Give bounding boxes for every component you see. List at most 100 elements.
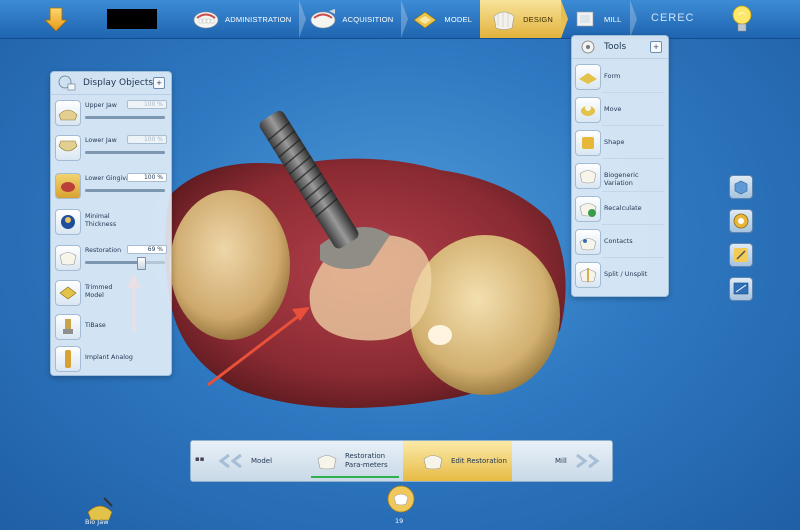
tools-panel: Tools + Form Move Shape Biogeneric Varia…	[571, 35, 669, 297]
back-arrow-icon[interactable]	[44, 6, 68, 32]
model-icon	[413, 11, 437, 29]
nav-label: DESIGN	[523, 14, 554, 24]
opacity-slider[interactable]	[85, 189, 165, 192]
patient-name-redacted	[107, 9, 157, 29]
contacts-tool-button[interactable]	[575, 229, 601, 255]
gear-icon	[733, 213, 749, 229]
cube-icon	[734, 180, 748, 195]
mill-icon	[576, 11, 594, 27]
opacity-value[interactable]: 100 %	[127, 100, 167, 109]
tool-move[interactable]: Move	[572, 93, 668, 126]
display-objects-header: Display Objects +	[51, 72, 171, 95]
forward-chevrons-icon	[575, 453, 600, 469]
nav-label: MILL	[604, 14, 622, 24]
nav-acquisition[interactable]: ACQUISITION	[299, 0, 409, 38]
opacity-slider[interactable]	[85, 116, 165, 119]
move-tool-button[interactable]	[575, 97, 601, 123]
opacity-value[interactable]: 100 %	[127, 173, 167, 182]
tool-label: Recalculate	[604, 204, 642, 212]
display-object-tibase: TiBase	[51, 311, 171, 341]
shape-icon	[582, 137, 594, 149]
lower-jaw-icon	[58, 140, 78, 152]
step-restoration-parameters[interactable]: Restoration Para-meters	[315, 441, 401, 481]
settings-button[interactable]	[729, 209, 753, 233]
tool-biogeneric-variation[interactable]: Biogeneric Variation	[572, 159, 668, 192]
move-icon	[581, 105, 595, 116]
tool-split-unsplit[interactable]: Split / Unsplit	[572, 258, 668, 291]
screenshot-button[interactable]	[729, 277, 753, 301]
nav-mill[interactable]: MILL	[561, 0, 638, 38]
tool-shape[interactable]: Shape	[572, 126, 668, 159]
trimmed-model-toggle[interactable]	[55, 280, 81, 306]
form-tool-button[interactable]	[575, 64, 601, 90]
nav-design[interactable]: DESIGN	[480, 0, 568, 38]
trimmed-model-icon	[59, 286, 77, 300]
step-edit-restoration[interactable]: Edit Restoration	[421, 441, 507, 481]
biogeneric-variation-tool-button[interactable]	[575, 163, 601, 189]
lower-gingiva-icon	[61, 182, 75, 192]
opacity-value[interactable]: 69 %	[127, 245, 167, 254]
lower-gingiva-toggle[interactable]	[55, 173, 81, 199]
step-label: Model	[251, 457, 273, 465]
lower-jaw-toggle[interactable]	[55, 135, 81, 161]
view-cube-button[interactable]	[729, 175, 753, 199]
bio-jaw-label: Bio Jaw	[85, 518, 109, 526]
tool-label: Shape	[604, 138, 625, 146]
display-object-label: Restoration	[85, 247, 122, 254]
restoration-toggle[interactable]	[55, 245, 81, 271]
display-object-implant-analog: Implant Analog	[51, 343, 171, 373]
menu-dots-icon[interactable]: ▪▪	[195, 455, 205, 465]
workflow-step-bar: ▪▪ Model Restoration Para-meters Edit Re…	[190, 440, 613, 482]
restoration-icon	[59, 252, 77, 266]
lightbulb-icon[interactable]	[730, 3, 754, 35]
display-object-lower-jaw: Lower Jaw 100 %	[51, 132, 171, 162]
tool-label: Split / Unsplit	[604, 270, 648, 278]
wrench-icon	[734, 248, 748, 262]
step-progress-bar	[311, 476, 399, 478]
implant-analog-toggle[interactable]	[55, 346, 81, 372]
opacity-slider[interactable]	[85, 151, 165, 154]
implant-analog-icon	[65, 350, 71, 368]
form-icon	[579, 73, 597, 84]
back-chevrons-icon	[218, 453, 242, 469]
tooth-right-highlight	[428, 325, 452, 345]
opacity-slider-fill	[85, 261, 141, 264]
recalculate-icon	[579, 203, 597, 217]
minimal-thickness-icon	[61, 215, 75, 229]
opacity-slider-thumb[interactable]	[137, 257, 147, 270]
biogeneric-variation-icon	[579, 170, 597, 184]
top-bar: ADMINISTRATION ACQUISITION MODEL DESIGN	[0, 0, 800, 39]
tooth-selector-icon[interactable]	[386, 484, 416, 514]
tool-form[interactable]: Form	[572, 60, 668, 93]
display-object-trimmed-model: Trimmed Model	[51, 277, 171, 307]
display-object-label: Trimmed Model	[85, 284, 113, 299]
nav-administration[interactable]: ADMINISTRATION	[182, 0, 307, 38]
tool-label: Biogeneric Variation	[604, 171, 639, 187]
split-unsplit-tool-button[interactable]	[575, 262, 601, 288]
workflow-nav: ADMINISTRATION ACQUISITION MODEL DESIGN	[182, 0, 638, 38]
display-object-minimal-thickness: Minimal Thickness	[51, 206, 171, 236]
upper-jaw-toggle[interactable]	[55, 100, 81, 126]
tools-header: Tools +	[572, 36, 668, 59]
opacity-slider[interactable]	[85, 257, 165, 270]
3d-model-viewport[interactable]	[160, 105, 580, 425]
nav-label: MODEL	[444, 14, 473, 24]
tool-contacts[interactable]: Contacts	[572, 225, 668, 258]
contacts-icon	[579, 238, 597, 251]
tool-recalculate[interactable]: Recalculate	[572, 192, 668, 225]
tools-icon	[581, 40, 595, 54]
tibase-toggle[interactable]	[55, 314, 81, 340]
edit-restoration-icon	[423, 455, 443, 470]
nav-model[interactable]: MODEL	[401, 0, 487, 38]
opacity-value[interactable]: 100 %	[127, 135, 167, 144]
minimal-thickness-toggle[interactable]	[55, 209, 81, 235]
recalculate-tool-button[interactable]	[575, 196, 601, 222]
pin-icon[interactable]: +	[650, 41, 662, 53]
step-mill[interactable]: Mill	[555, 441, 601, 481]
tools-toggle-button[interactable]	[729, 243, 753, 267]
acquisition-icon	[311, 9, 336, 29]
shape-tool-button[interactable]	[575, 130, 601, 156]
opacity-slider-fill	[85, 151, 165, 154]
step-model[interactable]: Model	[217, 441, 272, 481]
pin-icon[interactable]: +	[153, 77, 165, 89]
